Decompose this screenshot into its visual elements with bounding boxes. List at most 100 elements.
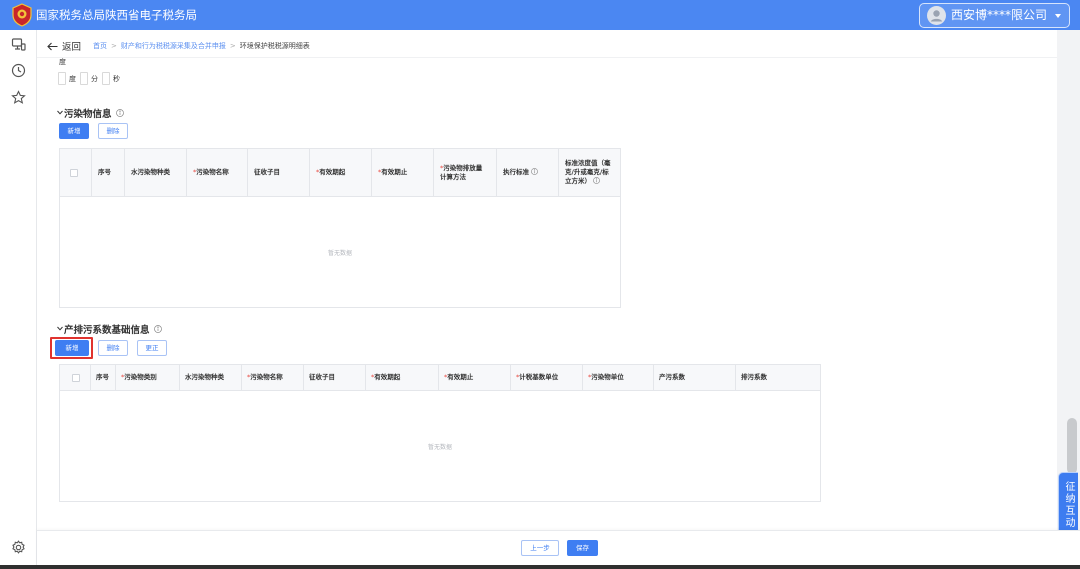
coefficient-add-button[interactable]: 新增 (55, 340, 89, 356)
top-header: 国家税务总局陕西省电子税务局 西安博****限公司 (0, 0, 1080, 30)
header-cell-pollutant-name: *污染物名称 (242, 365, 304, 390)
breadcrumb-separator: > (229, 42, 236, 50)
column-label-text: 污染物单位 (591, 373, 624, 381)
info-icon[interactable] (531, 168, 538, 175)
info-icon[interactable] (593, 177, 600, 184)
chevron-down-icon[interactable] (57, 110, 63, 115)
column-label-emission-method: *污染物排放量计算方法 (440, 164, 487, 182)
column-label-levy-item: 征收子目 (254, 168, 280, 176)
minute-input[interactable] (80, 72, 88, 85)
pollutant-add-button[interactable]: 新增 (59, 123, 89, 139)
user-avatar-icon (927, 6, 946, 25)
user-menu[interactable]: 西安博****限公司 (919, 3, 1070, 28)
back-arrow-icon[interactable] (47, 42, 58, 51)
breadcrumb-item-home[interactable]: 首页 (93, 41, 107, 51)
header-cell-valid-to: *有效期止 (372, 149, 434, 196)
column-label-text: 污染物名称 (196, 168, 229, 176)
header-cell-tax-base-unit: *计税基数单位 (511, 365, 583, 390)
coefficient-section-title[interactable]: 产排污系数基础信息 (57, 322, 162, 336)
column-label-discharge-coefficient: 排污系数 (741, 373, 767, 381)
header-cell-pollutant-name: *污染物名称 (187, 149, 248, 196)
star-icon[interactable] (11, 90, 26, 105)
breadcrumb-separator: > (111, 42, 117, 50)
pollutant-table-header: 序号 水污染物种类 *污染物名称 征收子目 *有效期起 *有效期止 *污染物排放… (60, 149, 620, 197)
bottom-strip (0, 565, 1080, 569)
column-label-text: 有效期起 (319, 168, 346, 176)
column-label-pollutant-category: *污染物类别 (121, 373, 157, 382)
tax-emblem-logo (12, 3, 32, 27)
breadcrumb-divider (37, 57, 1057, 58)
breadcrumb-item-declaration[interactable]: 财产和行为税税源采集及合并申报 (121, 41, 226, 51)
header-cell-water-pollutant-type: 水污染物种类 (125, 149, 187, 196)
save-button[interactable]: 保存 (567, 540, 598, 556)
pollutant-table: 序号 水污染物种类 *污染物名称 征收子目 *有效期起 *有效期止 *污染物排放… (59, 148, 621, 308)
gear-icon[interactable] (11, 540, 26, 555)
user-name: 西安博****限公司 (951, 8, 1048, 22)
second-input[interactable] (102, 72, 110, 85)
header-cell-valid-from: *有效期起 (366, 365, 439, 390)
header-cell-emission-method: *污染物排放量计算方法 (434, 149, 497, 196)
coefficient-correct-button[interactable]: 更正 (137, 340, 167, 356)
site-title: 国家税务总局陕西省电子税务局 (36, 8, 197, 22)
empty-state-text: 暂无数据 (327, 250, 352, 257)
select-all-checkbox[interactable] (72, 373, 80, 382)
column-label-valid-to: *有效期止 (444, 373, 473, 382)
empty-state-text: 暂无数据 (427, 444, 452, 451)
vertical-scrollbar-thumb[interactable] (1067, 418, 1077, 474)
header-cell-standard: 执行标准 (497, 149, 559, 196)
column-label-levy-item: 征收子目 (309, 373, 335, 381)
coefficient-delete-button[interactable]: 删除 (98, 340, 128, 356)
section-title-text: 产排污系数基础信息 (64, 324, 150, 336)
pollutant-section-title[interactable]: 污染物信息 (57, 106, 124, 120)
workbench-icon[interactable] (11, 37, 26, 52)
header-cell-pollutant-category: *污染物类别 (116, 365, 180, 390)
coefficient-table-body: 暂无数据 (60, 391, 820, 501)
column-label-seq: 序号 (96, 373, 109, 381)
interaction-widget-label: 征纳互动 (1063, 480, 1074, 529)
left-sidebar (0, 30, 37, 565)
coefficient-table: 序号 *污染物类别 水污染物种类 *污染物名称 征收子目 *有效期起 *有效期止… (59, 364, 821, 502)
chevron-down-icon[interactable] (57, 326, 63, 331)
column-label-text: 有效期止 (381, 168, 408, 176)
header-cell-valid-from: *有效期起 (310, 149, 372, 196)
column-label-text: 有效期止 (447, 373, 474, 381)
column-label-water-pollutant-type: 水污染物种类 (131, 168, 170, 176)
pollutant-delete-button[interactable]: 删除 (98, 123, 128, 139)
select-all-checkbox[interactable] (70, 168, 78, 177)
header-cell-levy-item: 征收子目 (248, 149, 310, 196)
previous-step-button[interactable]: 上一步 (521, 540, 559, 556)
header-cell-select (60, 149, 92, 196)
coefficient-table-header: 序号 *污染物类别 水污染物种类 *污染物名称 征收子目 *有效期起 *有效期止… (60, 365, 820, 391)
interaction-widget-button[interactable]: 征纳互动 (1058, 472, 1078, 537)
column-label-valid-from: *有效期起 (371, 373, 400, 382)
column-label-valid-from: *有效期起 (316, 168, 345, 177)
column-label-text: 污染物排放量计算方法 (440, 163, 483, 181)
breadcrumb-item-current: 环境保护税税源明细表 (239, 42, 310, 50)
header-cell-seq: 序号 (91, 365, 116, 390)
header-cell-pollutant-unit: *污染物单位 (583, 365, 654, 390)
caret-down-icon (1055, 14, 1061, 18)
column-label-seq: 序号 (98, 168, 111, 176)
header-cell-select (60, 365, 91, 390)
info-icon[interactable] (115, 108, 124, 117)
column-label-standard-concentration: 标准浓度值（毫克/升或毫克/标立方米） (565, 159, 611, 186)
breadcrumb: 返回 首页 > 财产和行为税税源采集及合并申报 > 环境保护税税源明细表 (47, 38, 310, 54)
column-label-pollutant-name: *污染物名称 (247, 373, 283, 382)
header-cell-valid-to: *有效期止 (439, 365, 511, 390)
column-label-pollutant-unit: *污染物单位 (588, 373, 624, 382)
column-label-standard: 执行标准 (503, 168, 538, 177)
back-link[interactable]: 返回 (62, 39, 81, 53)
column-label-text: 执行标准 (503, 168, 529, 176)
column-label-text: 污染物名称 (250, 373, 283, 381)
second-unit: 秒 (113, 74, 120, 83)
clock-icon[interactable] (11, 63, 26, 78)
header-cell-production-coefficient: 产污系数 (654, 365, 736, 390)
degree-input[interactable] (58, 72, 66, 85)
info-icon[interactable] (153, 324, 162, 333)
column-label-text: 标准浓度值（毫克/升或毫克/标立方米） (565, 159, 611, 185)
column-label-production-coefficient: 产污系数 (659, 373, 685, 381)
pollutant-table-body: 暂无数据 (60, 197, 620, 307)
column-label-valid-to: *有效期止 (378, 168, 407, 177)
column-label-tax-base-unit: *计税基数单位 (516, 373, 558, 382)
header-cell-seq: 序号 (92, 149, 125, 196)
